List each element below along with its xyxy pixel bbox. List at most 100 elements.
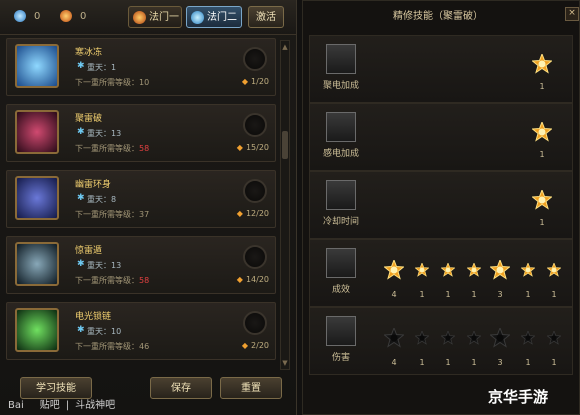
tab-method-one[interactable]: 法门一 xyxy=(128,6,182,28)
thunder-crest-icon xyxy=(326,248,356,278)
skill-row[interactable]: 电光锁链 ✱ 重天：10 下一重所需等级：46 ◆ 2/20 xyxy=(6,302,276,360)
skill-row[interactable]: 聚雷破 ✱ 重天：13 下一重所需等级：58 ◆ 15/20 xyxy=(6,104,276,162)
star-node-dim-icon[interactable] xyxy=(521,331,535,345)
game-window: 0 0 法门一 法门二 激活 寒冰冻 ✱ 重天：1 下一重所需等级：10 ◆ 1/2… xyxy=(0,0,580,415)
armor-aura-icon xyxy=(15,176,59,220)
skill-row[interactable]: 惊雷遁 ✱ 重天：13 下一重所需等级：58 ◆ 14/20 xyxy=(6,236,276,294)
lightning-chain-icon xyxy=(15,308,59,352)
refine-row: 冷却时间 1 xyxy=(309,171,573,239)
skill-level: ✱ 重天：13 xyxy=(77,259,122,270)
star-node-lit-icon[interactable] xyxy=(547,263,561,277)
refine-row: 成效 4 1 1 1 3 1 1 xyxy=(309,239,573,307)
star-node-value: 1 xyxy=(419,358,425,367)
star-node-dim-icon[interactable] xyxy=(467,331,481,345)
skill-slot-button[interactable] xyxy=(243,113,267,137)
skill-requirement: 下一重所需等级：58 xyxy=(75,276,150,285)
star-node-lit-icon[interactable] xyxy=(532,122,552,142)
fire-crystal-icon: ◆ xyxy=(236,275,243,284)
refine-skill-panel: 精修技能（聚雷破） × 聚电加成 1 感电加成 1 冷却时间 1 成效 4 1 1 1 3 1 1 伤害 4 1… xyxy=(302,0,580,415)
star-marker-icon: ✱ xyxy=(77,127,85,137)
reset-button[interactable]: 重置 xyxy=(220,377,282,399)
required-level: 10 xyxy=(139,78,150,87)
skill-top-bar: 0 0 法门一 法门二 激活 xyxy=(0,0,296,35)
skill-point-count: ◆ 12/20 xyxy=(236,209,269,218)
brand-watermark: 京华手游 xyxy=(488,388,549,406)
fire-crystal-icon: ◆ xyxy=(241,341,249,350)
skill-slot-button[interactable] xyxy=(243,179,267,203)
fire-crystal-icon xyxy=(60,10,72,22)
scroll-up-icon[interactable]: ▲ xyxy=(281,43,289,51)
skill-level: ✱ 重天：1 xyxy=(77,61,117,72)
scroll-thumb[interactable] xyxy=(282,131,288,159)
skill-slot-button[interactable] xyxy=(243,311,267,335)
star-node-lit-icon[interactable] xyxy=(415,263,429,277)
refine-row-label: 感电加成 xyxy=(322,149,359,159)
star-node-value: 1 xyxy=(445,358,451,367)
star-node-lit-icon[interactable] xyxy=(490,260,510,280)
skill-name: 寒冰冻 xyxy=(75,48,103,58)
skill-list-scrollbar[interactable]: ▲ ▼ xyxy=(280,40,290,370)
skill-point-count: ◆ 14/20 xyxy=(236,275,269,284)
skill-point-count: ◆ 2/20 xyxy=(241,341,269,350)
star-node-dim-icon[interactable] xyxy=(547,331,561,345)
skill-point-count: ◆ 1/20 xyxy=(241,77,269,86)
skill-name: 电光锁链 xyxy=(75,312,112,322)
skill-row[interactable]: 寒冰冻 ✱ 重天：1 下一重所需等级：10 ◆ 1/20 xyxy=(6,38,276,96)
star-node-lit-icon[interactable] xyxy=(441,263,455,277)
star-node-value: 1 xyxy=(539,218,545,227)
star-node-lit-icon[interactable] xyxy=(521,263,535,277)
refine-row-label: 冷却时间 xyxy=(322,217,359,227)
skill-row[interactable]: 幽雷环身 ✱ 重天：8 下一重所需等级：37 ◆ 12/20 xyxy=(6,170,276,228)
refine-row: 感电加成 1 xyxy=(309,103,573,171)
star-node-value: 1 xyxy=(539,82,545,91)
star-node-value: 1 xyxy=(551,290,557,299)
star-node-lit-icon[interactable] xyxy=(384,260,404,280)
star-node-value: 1 xyxy=(525,290,531,299)
skill-requirement: 下一重所需等级：37 xyxy=(75,210,150,219)
star-node-lit-icon[interactable] xyxy=(467,263,481,277)
resource-blue: 0 xyxy=(14,10,40,22)
skill-slot-button[interactable] xyxy=(243,245,267,269)
baidu-watermark: Bai 贴吧 | 斗战神吧 xyxy=(8,400,116,411)
save-button[interactable]: 保存 xyxy=(150,377,212,399)
star-node-dim-icon[interactable] xyxy=(384,328,404,348)
skill-level: ✱ 重天：13 xyxy=(77,127,122,138)
star-node-value: 4 xyxy=(391,358,397,367)
star-node-dim-icon[interactable] xyxy=(415,331,429,345)
star-marker-icon: ✱ xyxy=(77,259,85,269)
skill-list-panel: 0 0 法门一 法门二 激活 寒冰冻 ✱ 重天：1 下一重所需等级：10 ◆ 1/2… xyxy=(0,0,297,415)
thunder-eye-icon xyxy=(15,110,59,154)
thunder-crest-icon xyxy=(326,44,356,74)
star-node-lit-icon[interactable] xyxy=(532,190,552,210)
skill-slot-button[interactable] xyxy=(243,47,267,71)
required-level: 58 xyxy=(139,144,150,153)
refine-row-label: 聚电加成 xyxy=(322,81,359,91)
star-node-lit-icon[interactable] xyxy=(532,54,552,74)
tab-method-one-label: 法门一 xyxy=(149,12,179,23)
skill-level: ✱ 重天：10 xyxy=(77,325,122,336)
fire-swirl-icon xyxy=(133,11,146,24)
required-level: 58 xyxy=(139,276,150,285)
star-node-dim-icon[interactable] xyxy=(441,331,455,345)
star-node-value: 1 xyxy=(445,290,451,299)
scroll-down-icon[interactable]: ▼ xyxy=(281,359,289,367)
resource-fire: 0 xyxy=(60,10,86,22)
fire-crystal-icon: ◆ xyxy=(236,143,243,152)
star-node-value: 1 xyxy=(551,358,557,367)
activate-button[interactable]: 激活 xyxy=(248,6,284,28)
refine-row: 聚电加成 1 xyxy=(309,35,573,103)
thunder-crest-icon xyxy=(326,112,356,142)
phantom-figure-icon xyxy=(15,242,59,286)
skill-name: 聚雷破 xyxy=(75,114,103,124)
star-node-dim-icon[interactable] xyxy=(490,328,510,348)
panel-title: 精修技能（聚雷破） xyxy=(393,11,483,22)
ice-crystal-icon xyxy=(15,44,59,88)
required-level: 46 xyxy=(139,342,150,351)
refine-row-label: 伤害 xyxy=(331,353,350,363)
star-marker-icon: ✱ xyxy=(77,325,85,335)
blue-gem-icon xyxy=(14,10,26,22)
close-icon[interactable]: × xyxy=(565,7,579,21)
star-node-value: 3 xyxy=(497,358,503,367)
required-level: 37 xyxy=(139,210,150,219)
tab-method-two[interactable]: 法门二 xyxy=(186,6,242,28)
